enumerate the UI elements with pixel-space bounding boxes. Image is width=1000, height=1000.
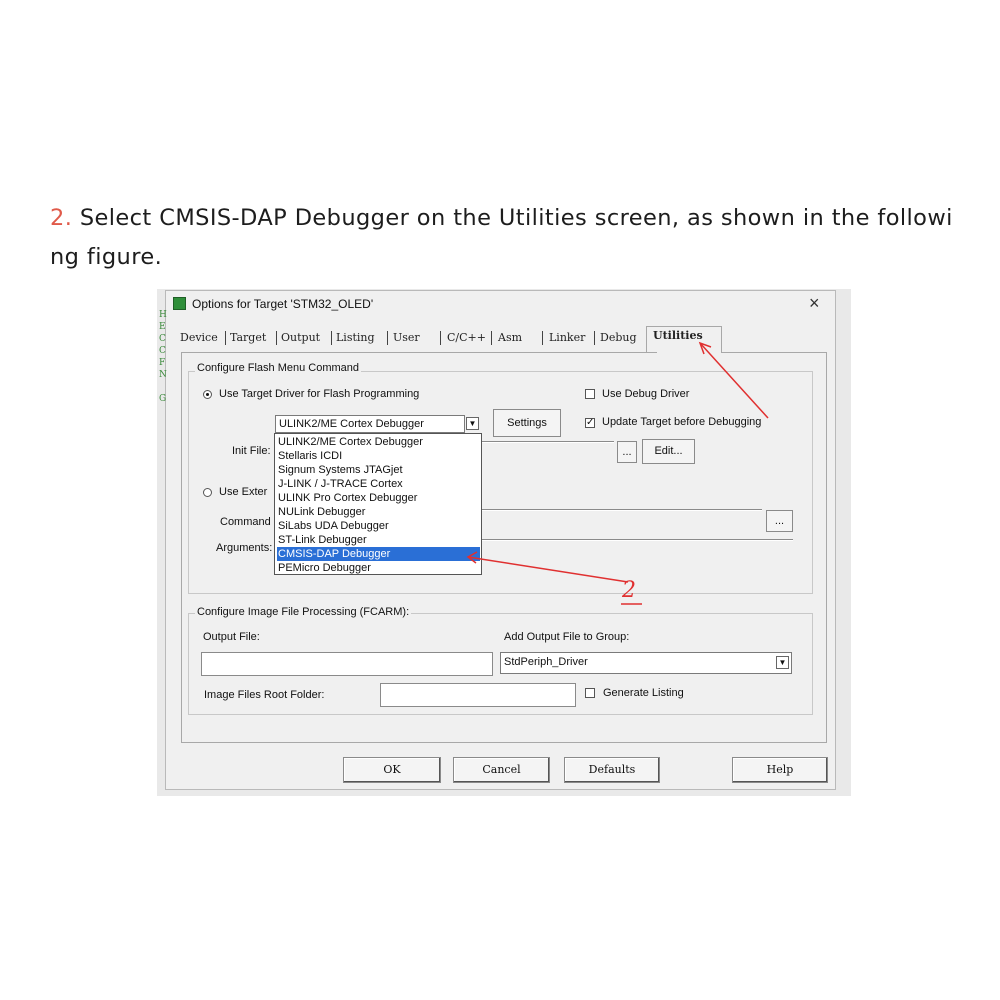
arrow-to-cmsis-dap [466, 551, 629, 583]
annotation-arrows [466, 341, 769, 605]
annotation-number: 2 [622, 578, 636, 603]
arrow-to-utilities [698, 341, 769, 419]
